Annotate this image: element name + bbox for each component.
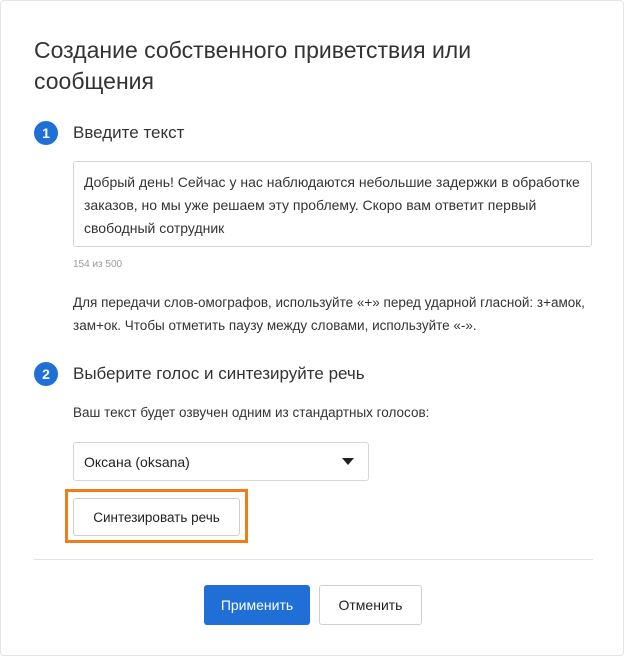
step-2-header: 2 Выберите голос и синтезируйте речь [34, 362, 365, 386]
voice-select-value: Оксана (oksana) [84, 453, 190, 470]
apply-button[interactable]: Применить [204, 585, 310, 625]
step-1-number-badge: 1 [34, 121, 58, 145]
footer-divider [34, 559, 593, 560]
step-1-header: 1 Введите текст [34, 121, 184, 145]
caret-down-icon [342, 458, 354, 465]
step-2-title: Выберите голос и синтезируйте речь [73, 364, 365, 383]
synthesize-speech-button[interactable]: Синтезировать речь [73, 498, 240, 536]
voice-select[interactable]: Оксана (oksana) [73, 442, 369, 481]
step-2-number-badge: 2 [34, 362, 58, 386]
character-counter: 154 из 500 [73, 259, 123, 270]
cancel-button[interactable]: Отменить [319, 585, 422, 625]
dialog-title: Создание собственного приветствия или со… [34, 37, 472, 94]
step-1-title: Введите текст [73, 123, 185, 142]
custom-greeting-dialog: Создание собственного приветствия или со… [0, 0, 624, 656]
voice-description: Ваш текст будет озвучен одним из стандар… [73, 405, 430, 420]
message-text-input[interactable] [73, 161, 592, 247]
homograph-hint: Для передачи слов-омографов, используйте… [73, 295, 585, 333]
